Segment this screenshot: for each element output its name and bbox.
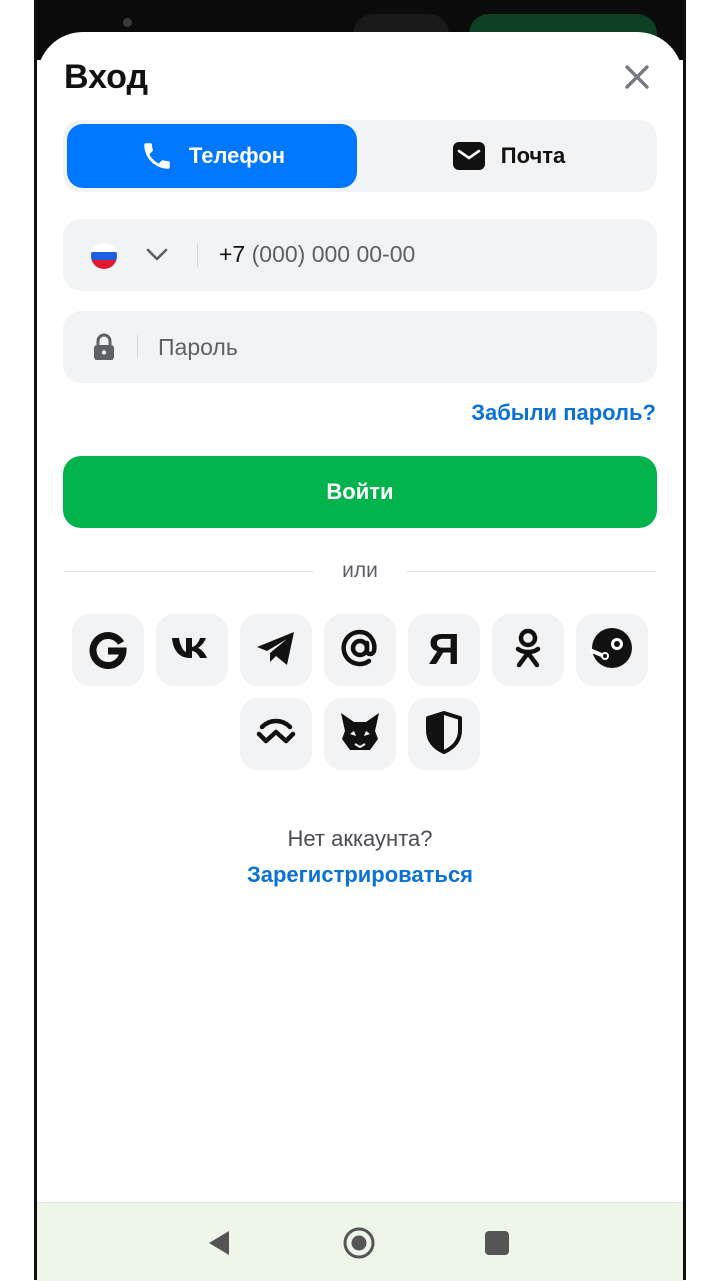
vk-login-button[interactable] (156, 614, 228, 686)
steam-icon (589, 625, 635, 676)
yandex-icon: Я (428, 625, 460, 674)
tab-phone[interactable]: Телефон (67, 124, 357, 188)
metamask-fox-icon (337, 709, 383, 760)
vk-icon (169, 625, 215, 676)
tab-phone-label: Телефон (188, 143, 286, 168)
lock-icon (94, 333, 114, 360)
shield-login-button[interactable] (408, 698, 480, 770)
tab-email[interactable]: Почта (363, 124, 653, 188)
phone-placeholder: (000) 000 00-00 (251, 241, 416, 267)
google-icon (86, 626, 130, 675)
auth-method-tabs: Телефон Почта (63, 120, 657, 192)
ru-flag-icon (91, 243, 117, 269)
chevron-down-icon[interactable] (145, 245, 169, 265)
walletconnect-login-button[interactable] (240, 698, 312, 770)
metamask-login-button[interactable] (324, 698, 396, 770)
phone-input[interactable]: +7 (000) 000 00-00 (219, 241, 415, 268)
field-divider (137, 335, 138, 359)
camera-dot (123, 18, 132, 27)
login-button[interactable]: Войти (63, 456, 657, 528)
no-account-text: Нет аккаунта? (287, 826, 433, 851)
device-frame-right (683, 0, 686, 1280)
steam-login-button[interactable] (576, 614, 648, 686)
mailru-icon (337, 625, 383, 676)
register-link[interactable]: Зарегистрироваться (0, 862, 720, 888)
password-field (63, 311, 657, 383)
mailru-login-button[interactable] (324, 614, 396, 686)
field-divider (197, 243, 198, 267)
mail-icon (451, 138, 487, 174)
phone-icon (139, 138, 175, 174)
system-nav-bar (37, 1202, 683, 1281)
divider-line-right (406, 571, 656, 572)
close-icon[interactable] (620, 60, 654, 94)
telegram-login-button[interactable] (240, 614, 312, 686)
divider-line-left (64, 571, 314, 572)
recents-icon[interactable] (479, 1225, 515, 1261)
yandex-login-button[interactable]: Я (408, 614, 480, 686)
odnoklassniki-login-button[interactable] (492, 614, 564, 686)
odnoklassniki-icon (506, 626, 550, 675)
back-icon[interactable] (201, 1225, 237, 1261)
telegram-icon (254, 626, 298, 675)
phone-prefix: +7 (219, 241, 246, 267)
google-login-button[interactable] (72, 614, 144, 686)
tab-email-label: Почта (500, 143, 566, 168)
forgot-password-link[interactable]: Забыли пароль? (471, 400, 656, 426)
divider-label: или (342, 559, 378, 582)
page-title: Вход (64, 58, 149, 96)
home-icon[interactable] (341, 1225, 377, 1261)
phone-field[interactable]: +7 (000) 000 00-00 (63, 219, 657, 291)
shield-icon (424, 710, 464, 759)
walletconnect-icon (254, 710, 298, 759)
password-input[interactable] (158, 327, 638, 367)
